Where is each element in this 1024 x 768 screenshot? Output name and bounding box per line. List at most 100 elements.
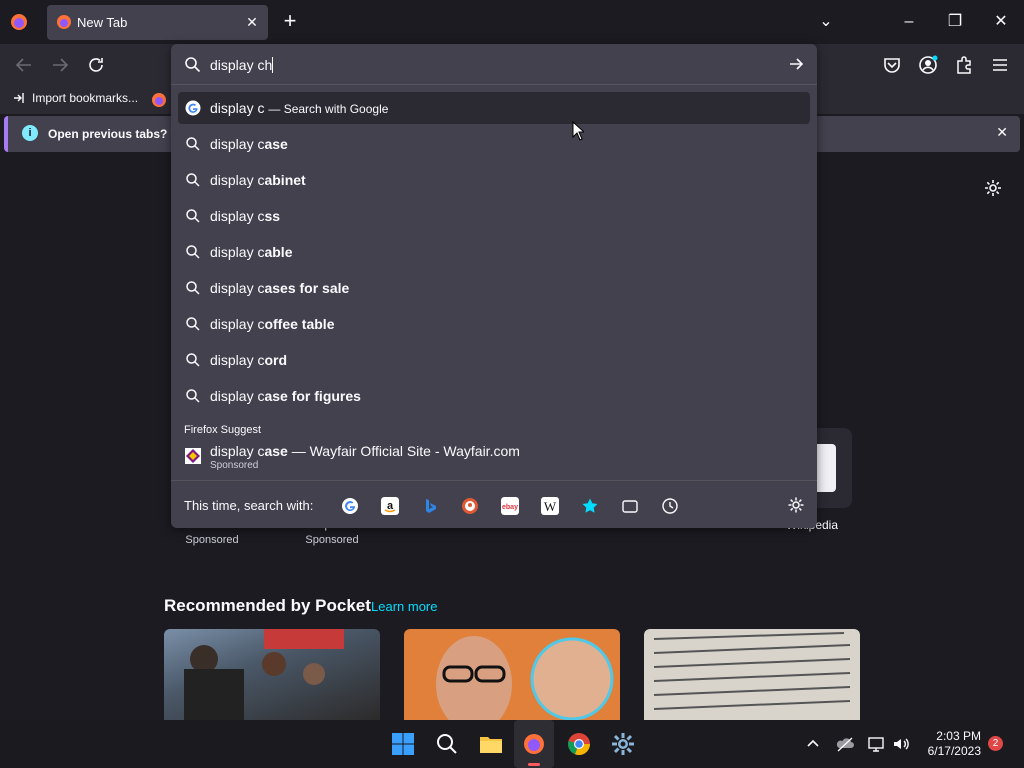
chrome-icon[interactable] bbox=[567, 732, 591, 756]
firefox-taskbar-icon[interactable] bbox=[522, 732, 546, 756]
pocket-card-3-image bbox=[653, 632, 851, 710]
taskbar-search-icon[interactable] bbox=[435, 732, 459, 756]
firefox-icon bbox=[57, 15, 71, 29]
clock-date: 6/17/2023 bbox=[927, 744, 981, 758]
search-settings-icon[interactable] bbox=[787, 496, 805, 514]
new-tab-button[interactable]: + bbox=[279, 10, 301, 32]
svg-text:a: a bbox=[387, 500, 394, 512]
suggestion-item[interactable]: display cable bbox=[178, 236, 810, 268]
close-tab-icon[interactable]: ✕ bbox=[244, 14, 260, 30]
suggestion-item[interactable]: display case bbox=[178, 128, 810, 160]
bookmarks-star-icon[interactable] bbox=[581, 497, 599, 515]
maximize-icon[interactable]: ❐ bbox=[944, 11, 966, 33]
clock-time: 2:03 PM bbox=[936, 729, 981, 743]
tabs-icon[interactable] bbox=[621, 497, 639, 515]
shortcut-sponsored-amazon: Sponsored bbox=[185, 534, 239, 546]
search-icon bbox=[186, 245, 200, 259]
back-icon[interactable] bbox=[13, 54, 35, 76]
tab-title: New Tab bbox=[77, 15, 128, 30]
firefox-bookmark-icon[interactable] bbox=[150, 91, 168, 109]
suggestion-item[interactable]: display coffee table bbox=[178, 308, 810, 340]
search-icon bbox=[185, 57, 201, 73]
google-icon bbox=[185, 100, 201, 116]
suggestion-completion: able bbox=[264, 244, 293, 260]
info-icon: i bbox=[22, 125, 38, 141]
close-notification-icon[interactable]: ✕ bbox=[996, 124, 1008, 141]
shortcut-sponsored-expedia: Sponsored bbox=[305, 534, 359, 546]
suggestion-item[interactable]: display cabinet bbox=[178, 164, 810, 196]
settings-app-icon[interactable] bbox=[611, 732, 635, 756]
show-hidden-icons-icon[interactable] bbox=[803, 734, 823, 754]
file-explorer-icon[interactable] bbox=[479, 732, 503, 756]
amazon-icon[interactable]: a bbox=[381, 497, 399, 515]
search-icon bbox=[186, 389, 200, 403]
suggestion-prefix: display c bbox=[210, 172, 265, 188]
suggestion-prefix: display c bbox=[210, 244, 265, 260]
bing-icon[interactable] bbox=[421, 497, 439, 515]
minimize-icon[interactable]: – bbox=[898, 11, 920, 33]
suggestion-completion: ord bbox=[264, 352, 288, 368]
forward-icon[interactable] bbox=[49, 54, 71, 76]
pocket-card-3[interactable] bbox=[644, 629, 860, 720]
sponsored-completion: ase bbox=[264, 443, 288, 459]
svg-text:W: W bbox=[544, 499, 557, 514]
heuristic-hint: — Search with Google bbox=[268, 102, 389, 116]
import-bookmarks-label: Import bookmarks... bbox=[32, 91, 139, 105]
tab-new-tab[interactable]: New Tab ✕ bbox=[47, 5, 268, 40]
onedrive-icon[interactable] bbox=[835, 734, 855, 754]
suggestion-item[interactable]: display css bbox=[178, 200, 810, 232]
search-icon bbox=[186, 281, 200, 295]
sponsored-label: Sponsored bbox=[210, 460, 259, 471]
duckduckgo-icon[interactable] bbox=[461, 497, 479, 515]
sponsored-result[interactable]: display case — Wayfair Official Site - W… bbox=[210, 443, 520, 459]
close-window-icon[interactable]: ✕ bbox=[990, 11, 1012, 33]
google-icon[interactable] bbox=[341, 497, 359, 515]
list-all-tabs-icon[interactable]: ⌄ bbox=[815, 11, 837, 33]
account-icon[interactable] bbox=[917, 54, 939, 76]
pocket-card-1-image bbox=[184, 629, 344, 720]
suggestion-completion: ase for figures bbox=[264, 388, 361, 404]
firefox-suggest-label: Firefox Suggest bbox=[184, 424, 262, 436]
import-icon bbox=[14, 93, 24, 103]
suggestion-completion: ases for sale bbox=[264, 280, 350, 296]
firefox-view-icon[interactable] bbox=[8, 11, 30, 33]
suggestion-prefix: display c bbox=[210, 208, 265, 224]
extensions-icon[interactable] bbox=[953, 54, 975, 76]
suggestion-item[interactable]: display cases for sale bbox=[178, 272, 810, 304]
suggestion-prefix: display c bbox=[210, 352, 265, 368]
windows-start-icon[interactable] bbox=[391, 732, 415, 756]
suggestion-item[interactable]: display cord bbox=[178, 344, 810, 376]
urlbar-input[interactable]: display ch bbox=[210, 57, 274, 73]
ebay-icon[interactable]: ebay bbox=[501, 497, 519, 515]
active-app-indicator bbox=[528, 763, 540, 766]
suggestion-item[interactable]: display case for figures bbox=[178, 380, 810, 412]
pocket-icon[interactable] bbox=[881, 54, 903, 76]
suggestion-heuristic[interactable]: display c — Search with Google bbox=[178, 92, 810, 124]
urlbar-input-value: display ch bbox=[210, 57, 273, 73]
menu-icon[interactable] bbox=[989, 54, 1011, 76]
urlbar-input-row[interactable]: display ch bbox=[171, 44, 817, 85]
pocket-learn-more-link[interactable]: Learn more bbox=[371, 599, 437, 614]
go-arrow-icon[interactable] bbox=[787, 55, 805, 73]
heuristic-query: display c bbox=[210, 100, 265, 116]
system-clock[interactable]: 2:03 PM 6/17/2023 bbox=[928, 729, 981, 759]
history-icon[interactable] bbox=[661, 497, 679, 515]
pocket-card-1[interactable] bbox=[164, 629, 380, 720]
settings-gear-icon[interactable] bbox=[983, 178, 1003, 198]
reload-icon[interactable] bbox=[85, 54, 107, 76]
one-off-label: This time, search with: bbox=[184, 498, 314, 513]
sponsored-title: — Wayfair Official Site - Wayfair.com bbox=[287, 443, 520, 459]
search-icon bbox=[186, 173, 200, 187]
import-bookmarks-button[interactable]: Import bookmarks... bbox=[12, 91, 138, 105]
tab-bar: New Tab ✕ + ⌄ – ❐ ✕ bbox=[0, 0, 1024, 44]
suggestion-prefix: display c bbox=[210, 280, 265, 296]
urlbar-panel: display ch display c — Search with Googl… bbox=[171, 44, 817, 528]
suggestion-prefix: display c bbox=[210, 136, 265, 152]
sponsored-prefix: display c bbox=[210, 443, 265, 459]
pocket-card-2[interactable] bbox=[404, 629, 620, 720]
search-icon bbox=[186, 353, 200, 367]
network-icon[interactable] bbox=[867, 734, 887, 754]
volume-icon[interactable] bbox=[891, 734, 911, 754]
notification-count-badge[interactable]: 2 bbox=[988, 736, 1003, 751]
wikipedia-icon[interactable]: W bbox=[541, 497, 559, 515]
